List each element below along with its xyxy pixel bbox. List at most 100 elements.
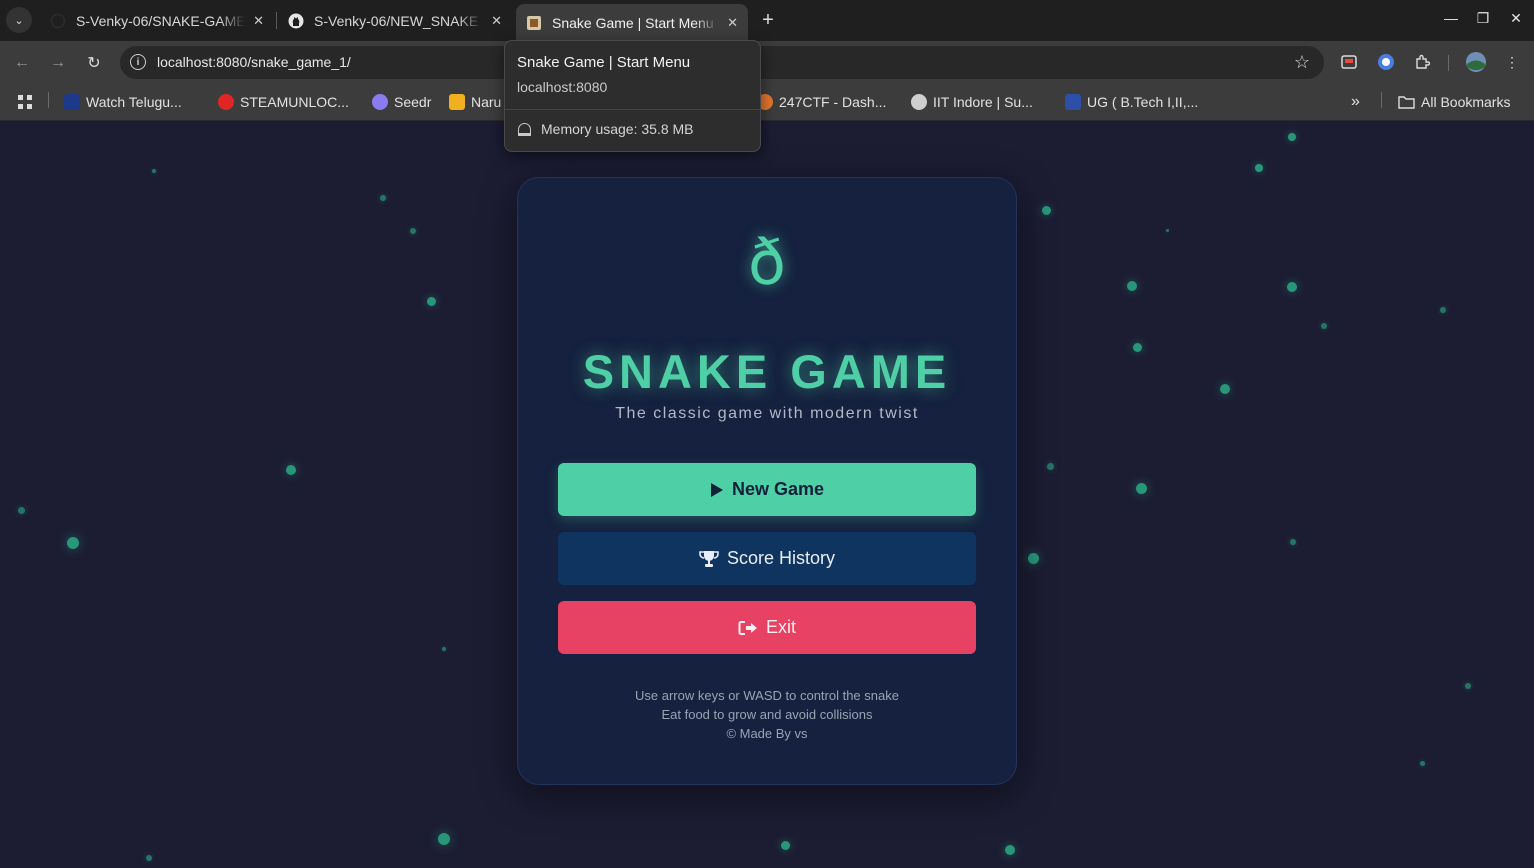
minimize-icon[interactable]: —: [1443, 10, 1459, 26]
restore-icon[interactable]: ❐: [1475, 10, 1491, 27]
bookmark-favicon-icon: [372, 94, 388, 110]
particle-dot: [442, 647, 446, 651]
particle-dot: [17, 506, 25, 514]
bookmark-label: 247CTF - Dash...: [779, 94, 887, 110]
reload-icon[interactable]: ↻: [82, 51, 106, 75]
start-menu-card: ð SNAKE GAME The classic game with moder…: [517, 177, 1017, 785]
site-info-icon[interactable]: i: [130, 54, 146, 70]
bookmarks-divider: [48, 92, 49, 108]
all-bookmarks-button[interactable]: All Bookmarks: [1398, 92, 1510, 112]
bookmark-247ctf[interactable]: 247CTF - Dash...: [757, 92, 886, 112]
game-subtitle: The classic game with modern twist: [615, 405, 919, 422]
page-favicon-icon: [526, 15, 542, 31]
folder-icon: [1398, 96, 1415, 109]
particle-dot: [1046, 462, 1054, 470]
score-history-button[interactable]: Score History: [558, 532, 976, 585]
more-bookmarks-icon[interactable]: »: [1351, 92, 1360, 112]
bookmark-watch-telugu[interactable]: Watch Telugu...: [64, 92, 182, 112]
particle-dot: [286, 465, 296, 475]
extension-icon[interactable]: [1377, 53, 1395, 71]
new-game-label: New Game: [731, 479, 825, 499]
forward-icon[interactable]: →: [46, 51, 70, 75]
sign-out-icon: [738, 620, 758, 636]
particle-dot: [1255, 164, 1263, 172]
tab-snake-game-repo[interactable]: S-Venky-06/SNAKE-GAME ✕: [40, 6, 274, 35]
profile-avatar[interactable]: [1465, 51, 1487, 73]
bookmark-favicon-icon: [218, 94, 234, 110]
snake-logo-icon: ð: [748, 226, 786, 299]
close-icon[interactable]: ✕: [491, 13, 502, 29]
particle-dot: [1290, 539, 1296, 545]
particle-dot: [426, 296, 436, 306]
particle-dot: [380, 195, 386, 201]
hover-card-divider: [505, 109, 760, 110]
cast-icon[interactable]: [1340, 53, 1358, 71]
bookmark-steamunlocked[interactable]: STEAMUNLOC...: [218, 92, 349, 112]
particle-dot: [1419, 760, 1425, 766]
tab-hover-card: Snake Game | Start Menu localhost:8080 M…: [504, 40, 761, 152]
tab-title: S-Venky-06/NEW_SNAKE: [314, 12, 479, 29]
particle-dot: [1005, 845, 1015, 855]
exit-label: Exit: [765, 617, 796, 637]
tab-strip: ⌄ S-Venky-06/SNAKE-GAME ✕ S-Venky-06/NEW…: [0, 0, 1534, 41]
back-icon[interactable]: ←: [10, 51, 34, 75]
instructions-line: Use arrow keys or WASD to control the sn…: [635, 688, 899, 703]
particle-dot: [1132, 342, 1142, 352]
score-history-label: Score History: [726, 548, 836, 568]
bookmark-label: IIT Indore | Su...: [933, 94, 1033, 110]
particle-dot: [780, 840, 790, 850]
tab-title: Snake Game | Start Menu: [552, 14, 714, 31]
url-text[interactable]: localhost:8080/snake_game_1/: [157, 54, 351, 70]
particle-dot: [1027, 552, 1039, 564]
particle-dot: [146, 855, 152, 861]
particle-dot: [1440, 307, 1446, 313]
particle-dot: [1465, 683, 1471, 689]
bookmark-seedr[interactable]: Seedr: [372, 92, 431, 112]
particle-dot: [1135, 482, 1147, 494]
particle-dot: [1220, 384, 1230, 394]
bookmark-label: Naru: [471, 94, 502, 110]
globe-icon: [911, 94, 927, 110]
bookmark-star-icon[interactable]: ☆: [1294, 52, 1310, 73]
bookmark-label: Seedr: [394, 94, 432, 110]
hover-card-host: localhost:8080: [517, 79, 608, 95]
new-tab-button[interactable]: +: [758, 9, 778, 31]
particle-dot: [1287, 282, 1297, 292]
new-game-button[interactable]: New Game: [558, 463, 976, 516]
github-icon: [288, 13, 304, 29]
all-bookmarks-label: All Bookmarks: [1421, 94, 1511, 110]
bookmarks-divider: [1381, 92, 1382, 108]
particle-dot: [1165, 228, 1169, 232]
tab-title: S-Venky-06/SNAKE-GAME: [76, 12, 246, 29]
bookmark-naru[interactable]: Naru: [449, 92, 501, 112]
window-close-icon[interactable]: ✕: [1508, 10, 1524, 27]
particle-dot: [410, 228, 416, 234]
particle-dot: [1041, 205, 1051, 215]
particle-dot: [1321, 323, 1327, 329]
tab-new-snake-repo[interactable]: S-Venky-06/NEW_SNAKE ✕: [278, 6, 512, 35]
close-icon[interactable]: ✕: [253, 13, 264, 29]
bookmark-favicon-icon: [64, 94, 80, 110]
more-menu-icon[interactable]: ⋮: [1503, 53, 1521, 71]
instructions-line: Eat food to grow and avoid collisions: [661, 707, 873, 722]
github-icon: [50, 13, 66, 29]
particle-dot: [438, 833, 450, 845]
tab-snake-start-menu[interactable]: Snake Game | Start Menu ✕: [516, 4, 748, 41]
tab-search-button[interactable]: ⌄: [6, 7, 32, 33]
exit-button[interactable]: Exit: [558, 601, 976, 654]
puzzle-icon[interactable]: [1413, 53, 1431, 71]
hover-card-memory: Memory usage: 35.8 MB: [541, 121, 694, 137]
bookmark-ug-btech[interactable]: UG ( B.Tech I,II,...: [1065, 92, 1198, 112]
close-icon[interactable]: ✕: [727, 15, 738, 31]
bookmark-iit-indore[interactable]: IIT Indore | Su...: [911, 92, 1033, 112]
copyright-text: © Made By vs: [726, 726, 808, 741]
hover-card-title: Snake Game | Start Menu: [517, 54, 691, 71]
memory-icon: [518, 123, 531, 136]
particle-dot: [1127, 281, 1137, 291]
bookmark-favicon-icon: [1065, 94, 1081, 110]
apps-icon[interactable]: [17, 92, 33, 112]
toolbar-divider: [1448, 55, 1449, 71]
bookmark-label: UG ( B.Tech I,II,...: [1087, 94, 1199, 110]
bookmark-label: STEAMUNLOC...: [240, 94, 349, 110]
game-page: ð SNAKE GAME The classic game with moder…: [0, 121, 1534, 868]
